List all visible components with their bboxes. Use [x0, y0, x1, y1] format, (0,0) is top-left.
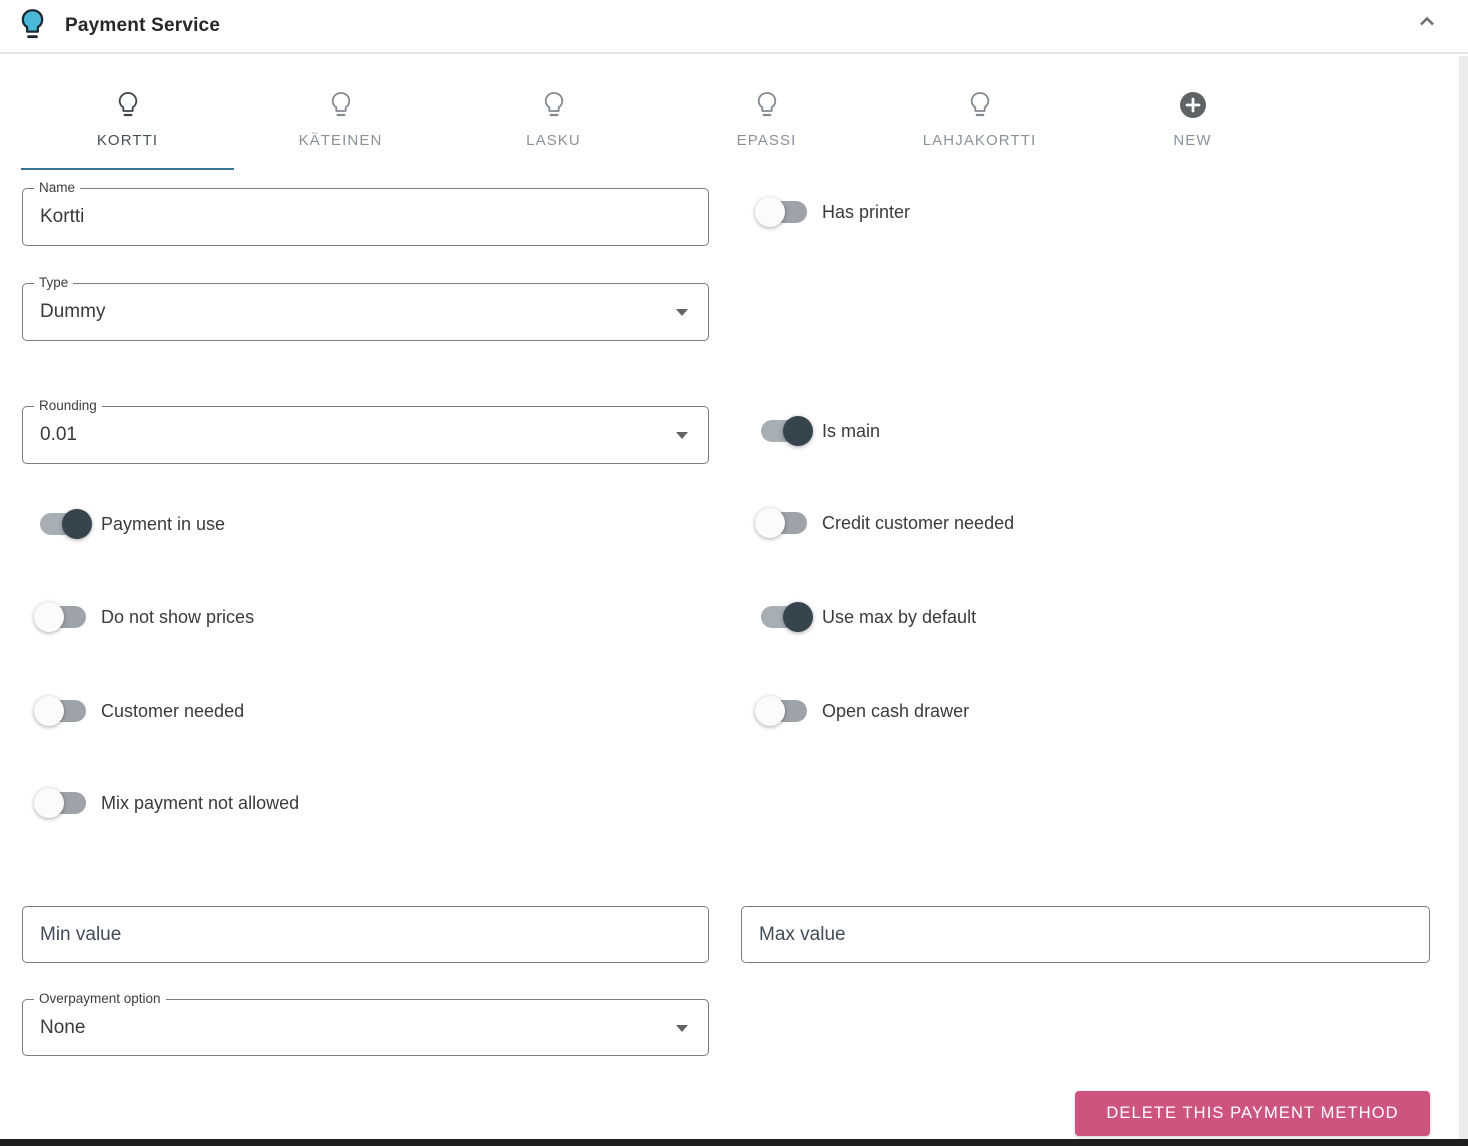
tab-kortti[interactable]: KORTTI [21, 84, 234, 170]
toggle-row-customer-needed: Customer needed [34, 696, 244, 726]
tab-label: LASKU [526, 132, 581, 149]
toggle-label: Credit customer needed [822, 512, 1015, 533]
switch-thumb [755, 197, 785, 227]
delete-payment-method-button[interactable]: DELETE THIS PAYMENT METHOD [1075, 1091, 1430, 1136]
bottom-panel-edge [0, 1139, 1468, 1146]
toggle-row-is-main: Is main [755, 416, 880, 446]
tab-label: KORTTI [96, 132, 159, 149]
toggle-label: Mix payment not allowed [101, 792, 300, 813]
switch-thumb [34, 602, 64, 632]
panel-header: Payment Service [0, 0, 1468, 54]
toggle-label: Do not show prices [101, 606, 255, 627]
switch-thumb [755, 508, 785, 538]
use-max-by-default-toggle[interactable] [755, 602, 813, 632]
lightbulb-icon [755, 91, 779, 122]
tab-label: LAHJAKORTTI [922, 132, 1037, 149]
page-title: Payment Service [65, 15, 221, 36]
toggle-row-has-printer: Has printer [755, 197, 910, 227]
tab-lahjakortti[interactable]: LAHJAKORTTI [873, 84, 1086, 170]
switch-thumb [34, 788, 64, 818]
type-select[interactable]: Type Dummy [22, 275, 709, 341]
field-label: Type [34, 275, 74, 290]
dropdown-arrow-icon [676, 309, 688, 316]
lightbulb-icon [968, 91, 992, 122]
tab-epassi[interactable]: EPASSI [660, 84, 873, 170]
payment-method-tabs: KORTTI KÄTEINEN LASKU EPASSI LAHJAKORTTI… [21, 84, 1299, 170]
open-cash-drawer-toggle[interactable] [755, 696, 813, 726]
tab-kateinen[interactable]: KÄTEINEN [234, 84, 447, 170]
toggle-label: Is main [822, 420, 881, 441]
toggle-row-do-not-show-prices: Do not show prices [34, 602, 254, 632]
toggle-label: Open cash drawer [822, 700, 970, 721]
switch-thumb [783, 602, 813, 632]
lightbulb-icon [19, 8, 46, 44]
mix-payment-not-allowed-toggle[interactable] [34, 788, 92, 818]
switch-thumb [62, 509, 92, 539]
chevron-up-icon[interactable] [1414, 9, 1440, 35]
switch-thumb [783, 416, 813, 446]
credit-customer-needed-toggle[interactable] [755, 508, 813, 538]
tab-label: KÄTEINEN [298, 132, 383, 149]
toggle-row-open-cash-drawer: Open cash drawer [755, 696, 969, 726]
field-label: Rounding [34, 398, 102, 413]
dropdown-arrow-icon [676, 432, 688, 439]
toggle-row-mix-payment-not-allowed: Mix payment not allowed [34, 788, 299, 818]
toggle-label: Use max by default [822, 606, 977, 627]
tab-lasku[interactable]: LASKU [447, 84, 660, 170]
lightbulb-icon [542, 91, 566, 122]
toggle-row-use-max-by-default: Use max by default [755, 602, 976, 632]
field-label: Overpayment option [34, 991, 166, 1006]
rounding-select[interactable]: Rounding 0.01 [22, 398, 709, 464]
scrollbar-track[interactable] [1459, 56, 1468, 1139]
name-input[interactable] [23, 189, 708, 245]
toggle-label: Payment in use [101, 513, 226, 534]
overpayment-option-select[interactable]: Overpayment option None [22, 991, 709, 1056]
payment-service-panel: Payment Service KORTTI KÄTEINEN LASKU EP… [0, 0, 1468, 1146]
dropdown-arrow-icon [676, 1024, 688, 1032]
name-field: Name [22, 180, 709, 246]
plus-circle-icon [1179, 91, 1207, 122]
payment-in-use-toggle[interactable] [34, 509, 92, 539]
switch-thumb [34, 696, 64, 726]
tab-label: EPASSI [736, 132, 797, 149]
switch-thumb [755, 696, 785, 726]
toggle-row-credit-customer-needed: Credit customer needed [755, 508, 1014, 538]
tab-label: NEW [1173, 132, 1212, 149]
max-value-input[interactable] [741, 906, 1430, 963]
tab-new[interactable]: NEW [1086, 84, 1299, 170]
do-not-show-prices-toggle[interactable] [34, 602, 92, 632]
lightbulb-icon [116, 91, 140, 122]
is-main-toggle[interactable] [755, 416, 813, 446]
lightbulb-icon [329, 91, 353, 122]
has-printer-toggle[interactable] [755, 197, 813, 227]
toggle-row-payment-in-use: Payment in use [34, 509, 225, 539]
customer-needed-toggle[interactable] [34, 696, 92, 726]
toggle-label: Customer needed [101, 700, 245, 721]
selected-value: None [40, 1016, 86, 1038]
selected-value: Dummy [40, 301, 106, 322]
selected-value: 0.01 [40, 424, 77, 445]
toggle-label: Has printer [822, 201, 911, 222]
min-value-input[interactable] [22, 906, 709, 963]
